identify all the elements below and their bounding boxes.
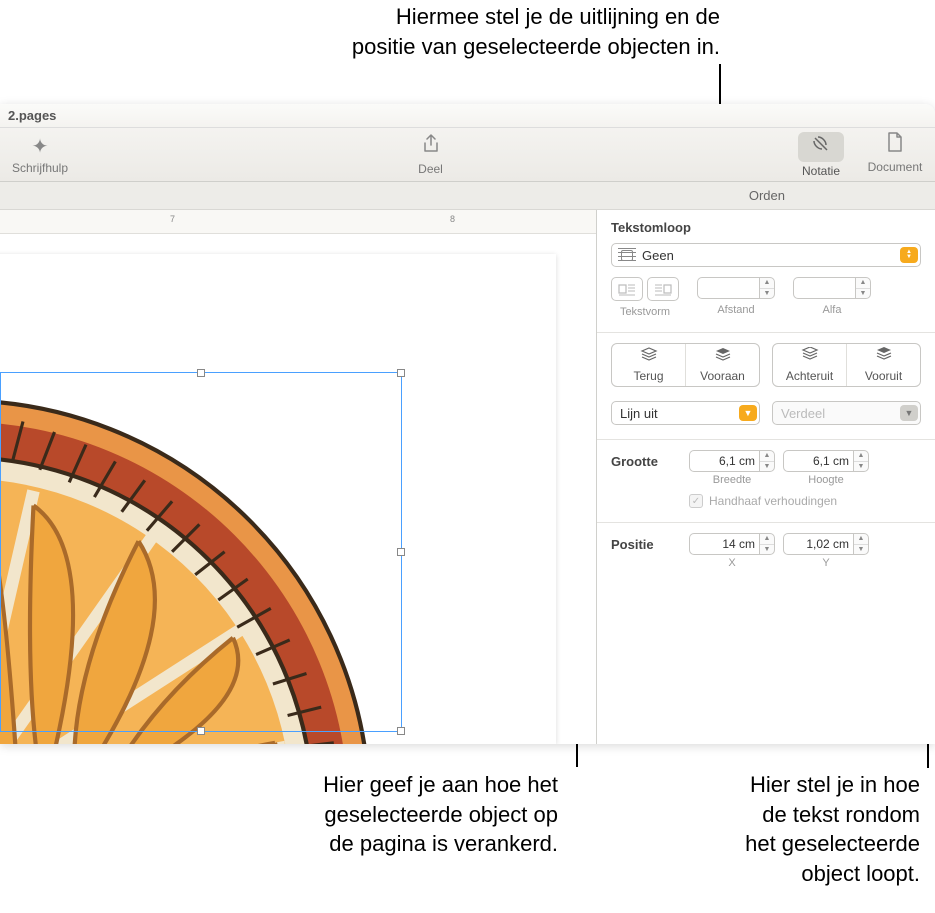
position-label: Positie bbox=[611, 533, 679, 552]
callout-top: Hiermee stel je de uitlijning en de posi… bbox=[280, 2, 720, 61]
resize-handle[interactable] bbox=[397, 727, 405, 735]
achteruit-button[interactable]: Achteruit bbox=[773, 344, 847, 386]
bring-forward-icon bbox=[875, 347, 893, 368]
section-position: Positie ▲▼ X ▲▼ bbox=[597, 523, 935, 583]
callout-line bbox=[719, 64, 721, 106]
textwrap-label: Tekstomloop bbox=[611, 220, 921, 235]
section-arrange: Terug Vooraan bbox=[597, 333, 935, 440]
bring-to-front-icon bbox=[714, 347, 732, 368]
height-field[interactable]: ▲▼ bbox=[783, 450, 869, 472]
notatie-button[interactable]: Notatie bbox=[791, 132, 851, 178]
x-field[interactable]: ▲▼ bbox=[689, 533, 775, 555]
document-icon bbox=[887, 132, 903, 158]
inspector-panel: Tekstomloop Geen ▲▼ bbox=[597, 210, 935, 744]
textwrap-value: Geen bbox=[642, 248, 894, 263]
verdeel-popup[interactable]: Verdeel ▼ bbox=[772, 401, 921, 425]
vooruit-label: Vooruit bbox=[865, 369, 902, 383]
terug-button[interactable]: Terug bbox=[612, 344, 686, 386]
stepper[interactable]: ▲▼ bbox=[759, 277, 775, 299]
x-sublabel: X bbox=[728, 557, 735, 569]
document-button[interactable]: Document bbox=[865, 132, 925, 178]
tab-orden[interactable]: Orden bbox=[749, 188, 785, 203]
send-backward-icon bbox=[801, 347, 819, 368]
vooraan-label: Vooraan bbox=[700, 369, 745, 383]
y-sublabel: Y bbox=[822, 557, 829, 569]
x-input[interactable] bbox=[689, 533, 759, 555]
deel-button[interactable]: Deel bbox=[401, 134, 461, 176]
window-title: 2.pages bbox=[0, 104, 935, 128]
ruler-mark: 7 bbox=[170, 214, 175, 224]
app-window: 2.pages ✦ Schrijfhulp Deel Notatie bbox=[0, 104, 935, 744]
wrap-none-icon bbox=[618, 248, 636, 262]
schrijfhulp-label: Schrijfhulp bbox=[12, 161, 68, 175]
send-to-back-icon bbox=[640, 347, 658, 368]
lijnuit-popup[interactable]: Lijn uit ▼ bbox=[611, 401, 760, 425]
chevron-down-icon: ▼ bbox=[900, 405, 918, 421]
height-input[interactable] bbox=[783, 450, 853, 472]
achteruit-label: Achteruit bbox=[786, 369, 833, 383]
canvas[interactable]: 7 8 bbox=[0, 210, 597, 744]
stepper[interactable]: ▲▼ bbox=[855, 277, 871, 299]
deel-label: Deel bbox=[418, 162, 443, 176]
textshape-left-button[interactable] bbox=[611, 277, 643, 301]
tekstvorm-label: Tekstvorm bbox=[620, 306, 670, 318]
afstand-label: Afstand bbox=[717, 304, 754, 316]
terug-label: Terug bbox=[633, 369, 663, 383]
stepper[interactable]: ▲▼ bbox=[853, 450, 869, 472]
vooraan-button[interactable]: Vooraan bbox=[686, 344, 759, 386]
stepper[interactable]: ▲▼ bbox=[759, 533, 775, 555]
resize-handle[interactable] bbox=[197, 727, 205, 735]
sparkle-icon: ✦ bbox=[32, 134, 49, 159]
section-textwrap: Tekstomloop Geen ▲▼ bbox=[597, 210, 935, 333]
ruler: 7 8 bbox=[0, 210, 596, 234]
ruler-mark: 8 bbox=[450, 214, 455, 224]
inspector-tab-bar: Orden bbox=[0, 182, 935, 210]
callout-bottom-right: Hier stel je in hoe de tekst rondom het … bbox=[710, 770, 920, 889]
notatie-label: Notatie bbox=[802, 164, 840, 178]
schrijfhulp-button[interactable]: ✦ Schrijfhulp bbox=[10, 134, 70, 175]
afstand-input[interactable] bbox=[697, 277, 759, 299]
stepper[interactable]: ▲▼ bbox=[759, 450, 775, 472]
chevron-down-icon: ▼ bbox=[739, 405, 757, 421]
resize-handle[interactable] bbox=[197, 369, 205, 377]
constrain-checkbox[interactable]: ✓ bbox=[689, 494, 703, 508]
textshape-right-button[interactable] bbox=[647, 277, 679, 301]
size-label: Grootte bbox=[611, 450, 679, 469]
format-icon bbox=[812, 136, 830, 158]
constrain-label: Handhaaf verhoudingen bbox=[709, 494, 837, 508]
y-field[interactable]: ▲▼ bbox=[783, 533, 869, 555]
textwrap-popup[interactable]: Geen ▲▼ bbox=[611, 243, 921, 267]
callout-bottom-left: Hier geef je aan hoe het geselecteerde o… bbox=[248, 770, 558, 859]
height-sublabel: Hoogte bbox=[808, 474, 843, 486]
stepper[interactable]: ▲▼ bbox=[853, 533, 869, 555]
resize-handle[interactable] bbox=[397, 548, 405, 556]
lijnuit-label: Lijn uit bbox=[620, 406, 739, 421]
selection-box[interactable] bbox=[0, 372, 402, 732]
alfa-label: Alfa bbox=[823, 304, 842, 316]
section-size: Grootte ▲▼ Breedte ▲▼ bbox=[597, 440, 935, 523]
toolbar: ✦ Schrijfhulp Deel Notatie bbox=[0, 128, 935, 182]
width-input[interactable] bbox=[689, 450, 759, 472]
share-icon bbox=[422, 134, 440, 160]
vooruit-button[interactable]: Vooruit bbox=[847, 344, 920, 386]
width-field[interactable]: ▲▼ bbox=[689, 450, 775, 472]
resize-handle[interactable] bbox=[397, 369, 405, 377]
width-sublabel: Breedte bbox=[713, 474, 752, 486]
popup-arrow-icon: ▲▼ bbox=[900, 247, 918, 263]
y-input[interactable] bbox=[783, 533, 853, 555]
alfa-input[interactable] bbox=[793, 277, 855, 299]
document-label: Document bbox=[868, 160, 923, 174]
alfa-field[interactable]: ▲▼ bbox=[793, 277, 871, 299]
afstand-field[interactable]: ▲▼ bbox=[697, 277, 775, 299]
verdeel-label: Verdeel bbox=[781, 406, 900, 421]
